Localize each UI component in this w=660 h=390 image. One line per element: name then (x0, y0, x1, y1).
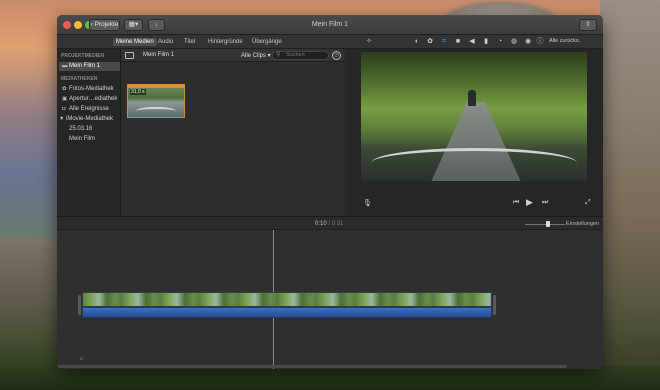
wallpaper-rock-right (600, 0, 660, 390)
color-balance-icon[interactable]: ◐ (412, 37, 422, 47)
timeline-scrollbar[interactable] (57, 365, 567, 368)
skip-back-icon[interactable]: ⏮ (513, 199, 519, 207)
sidebar-item-project[interactable]: ▬ Mein Film 1 (59, 62, 120, 71)
cyclist-graphic (468, 90, 476, 106)
project-media-heading: PROJEKTMEDIEN (61, 53, 105, 59)
magic-wand-icon[interactable]: ✧ (364, 37, 374, 47)
main-toolbar: Meine Medien Audio Titel Hintergründe Üb… (57, 35, 603, 49)
wallpaper-trees (0, 366, 660, 390)
zoom-slider[interactable] (525, 224, 565, 225)
stabilization-icon[interactable]: ■ (453, 37, 463, 47)
clip-end-handle[interactable] (493, 295, 496, 315)
timeline-audio-waveform[interactable] (82, 307, 492, 318)
microphone-icon[interactable]: 🎙 (363, 199, 372, 207)
time-separator: / (328, 221, 331, 227)
timeline: 0:10 / 0:31 Einstellungen ♫ (57, 216, 603, 369)
imovie-window: ‹ Projekte ▦▾ ↓ Mein Film 1 ⇪ Meine Medi… (57, 15, 603, 369)
browser-title: Mein Film 1 (143, 52, 175, 58)
browser-settings-icon[interactable]: ◷ (332, 51, 341, 60)
timecode: 0:10 / 0:31 (315, 221, 343, 227)
handlebar-graphic (371, 148, 577, 178)
clip-handlebar-graphic (136, 107, 176, 115)
color-correction-icon[interactable]: ✿ (425, 37, 435, 47)
sidebar-item-aperture-label: Apertur…ediathek (69, 96, 118, 102)
sidebar-item-event-date[interactable]: 25.03.16 (69, 125, 127, 134)
timeline-header: 0:10 / 0:31 Einstellungen (57, 217, 603, 230)
sidebar-item-aperture[interactable]: ▣ Apertur…ediathek (62, 95, 120, 104)
media-clip-thumbnail[interactable]: 31,0 s (127, 84, 185, 118)
film-icon: ▬ (62, 63, 68, 69)
timeline-settings-button[interactable]: Einstellungen (566, 221, 599, 227)
clip-duration: 31,0 s (130, 89, 146, 95)
disclosure-triangle-icon[interactable]: ▼ (59, 115, 66, 124)
audio-track-icon[interactable]: ♫ (79, 356, 84, 362)
sidebar-item-project-label: Mein Film 1 (69, 63, 101, 69)
zoom-slider-knob[interactable] (546, 221, 550, 227)
events-icon: ◘ (62, 106, 66, 112)
share-icon: ⇪ (585, 21, 591, 28)
sidebar-item-photos-label: Fotos-Mediathek (69, 86, 114, 92)
clip-filter-select[interactable]: Alle Clips ▾ (241, 52, 271, 59)
sidebar-item-event-film[interactable]: Mein Film (69, 135, 127, 144)
libraries-heading: MEDIATHEKEN (61, 76, 98, 82)
sidebar-item-photos[interactable]: ✿ Fotos-Mediathek (62, 85, 120, 94)
video-viewer: 🎙 ⏮ ▶ ⏭ ⤢ (345, 49, 603, 216)
total-time: 0:31 (331, 221, 344, 227)
title-bar: ‹ Projekte ▦▾ ↓ Mein Film 1 ⇪ (57, 15, 603, 35)
sidebar-item-all-events[interactable]: ◘ Alle Ereignisse (62, 105, 120, 114)
speed-icon[interactable]: ◔ (495, 37, 505, 47)
search-icon: ⚲ (276, 52, 281, 58)
tab-my-media[interactable]: Meine Medien (113, 38, 157, 46)
search-placeholder: Suchen (286, 52, 305, 58)
media-browser: Mein Film 1 Alle Clips ▾ ⚲ Suchen ◷ 31,0… (121, 49, 344, 216)
tab-transitions[interactable]: Übergänge (252, 38, 282, 46)
chevron-down-icon: ▾ (266, 53, 271, 59)
sidebar-item-imovie-library-label: iMovie-Mediathek (66, 116, 114, 122)
volume-icon[interactable]: ◀ (467, 37, 477, 47)
clip-start-handle[interactable] (78, 295, 81, 315)
browser-bar: Mein Film 1 Alle Clips ▾ ⚲ Suchen ◷ (121, 49, 344, 62)
noise-reduction-icon[interactable]: ◍ (509, 37, 519, 47)
sidebar-toggle-icon[interactable] (125, 52, 134, 59)
share-button[interactable]: ⇪ (579, 19, 597, 31)
current-time: 0:10 (315, 221, 327, 227)
sidebar-item-all-events-label: Alle Ereignisse (69, 106, 109, 112)
tab-backgrounds[interactable]: Hintergründe (208, 38, 243, 46)
clip-filter-icon[interactable]: ◉ (523, 37, 533, 47)
info-icon[interactable]: ⓘ (535, 37, 545, 47)
clip-selection-bar (128, 85, 184, 88)
crop-icon[interactable]: ⌗ (439, 37, 449, 47)
timeline-video-clip[interactable] (82, 292, 492, 307)
sidebar-item-imovie-library[interactable]: ▼ iMovie-Mediathek (59, 115, 117, 124)
search-input[interactable]: ⚲ Suchen (272, 51, 329, 60)
reset-all-button[interactable]: Alle zurücks. (549, 38, 580, 44)
window-title: Mein Film 1 (311, 21, 349, 28)
play-icon[interactable]: ▶ (526, 197, 533, 208)
tab-audio[interactable]: Audio (158, 38, 173, 46)
aperture-icon: ▣ (62, 96, 68, 102)
tab-titles[interactable]: Titel (184, 38, 195, 46)
fullscreen-icon[interactable]: ⤢ (585, 199, 591, 207)
clip-filter-value: Alle Clips (241, 53, 267, 59)
libraries-sidebar: PROJEKTMEDIEN ▬ Mein Film 1 MEDIATHEKEN ✿… (57, 49, 121, 216)
photos-icon: ✿ (62, 86, 67, 92)
equalizer-icon[interactable]: ▮ (481, 37, 491, 47)
skip-forward-icon[interactable]: ⏭ (542, 199, 548, 207)
video-frame[interactable] (361, 52, 587, 181)
